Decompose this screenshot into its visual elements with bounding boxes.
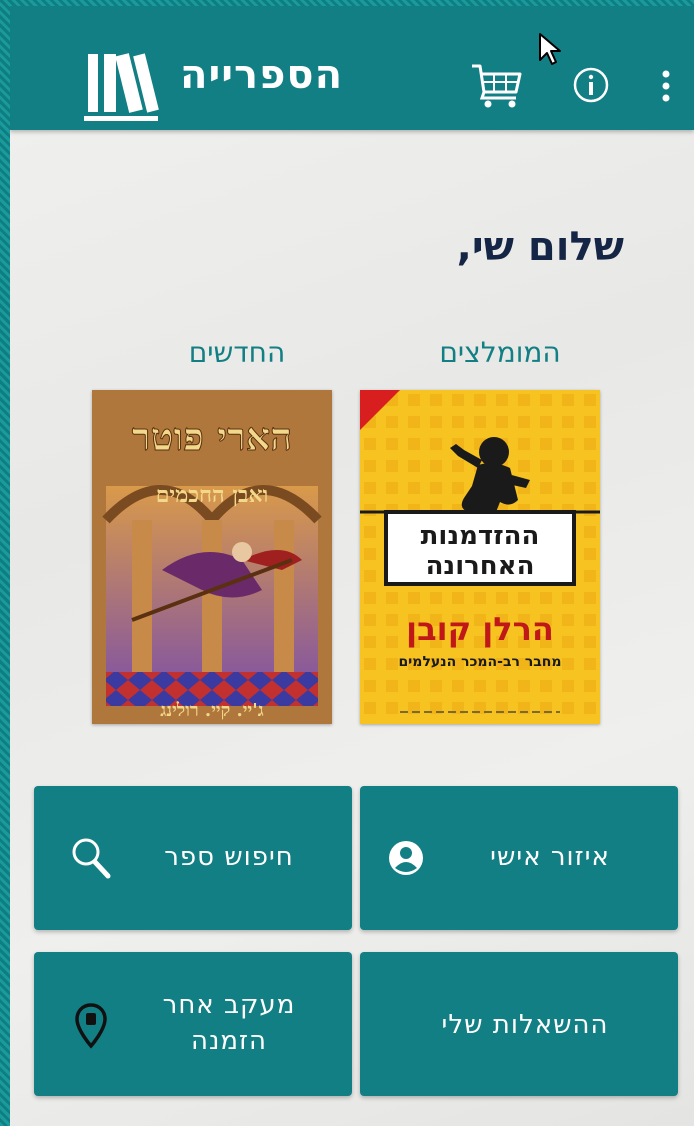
book-subtitle: ואבן החכמים (156, 482, 269, 508)
book-cover-art: ההזדמנות האחרונה הרלן קובן מחבר רב-המכר … (360, 390, 600, 724)
search-book-button[interactable]: חיפוש ספר (34, 786, 352, 930)
book-title-line2: האחרונה (426, 551, 535, 581)
more-options-icon[interactable] (656, 66, 676, 106)
app-title: הספרייה (180, 52, 344, 98)
mouse-pointer-icon (539, 33, 561, 65)
book-cover-new[interactable]: הארי פוטר ואבן החכמים ג'יי. קיי. רולינג (92, 390, 332, 724)
greeting-text: שלום שי, (456, 224, 624, 270)
library-logo-icon (84, 53, 159, 121)
app-bar: הספרייה (10, 6, 694, 130)
order-tracking-label-line2: הזמנה (190, 1026, 268, 1056)
book-cover-recommended[interactable]: ההזדמנות האחרונה הרלן קובן מחבר רב-המכר … (360, 390, 600, 724)
order-tracking-button[interactable]: מעקב אחר הזמנה (34, 952, 352, 1096)
book-author: הרלן קובן (406, 610, 554, 648)
personal-area-label: איזור אישי (490, 842, 610, 872)
book-author: ג'יי. קיי. רולינג (160, 700, 263, 721)
info-icon[interactable] (572, 66, 610, 104)
my-loans-button[interactable]: ההשאלות שלי (360, 952, 678, 1096)
order-tracking-label-line1: מעקב אחר (162, 990, 296, 1020)
book-cover-art: הארי פוטר ואבן החכמים ג'יי. קיי. רולינג (92, 390, 332, 724)
book-tagline: מחבר רב-המכר הנעלמים (398, 654, 561, 670)
book-title: הארי פוטר (132, 414, 292, 459)
recommended-section-title: המומלצים (439, 336, 561, 369)
my-loans-label: ההשאלות שלי (441, 1010, 609, 1040)
book-title-line1: ההזדמנות (421, 521, 540, 551)
search-book-label: חיפוש ספר (164, 842, 294, 872)
personal-area-button[interactable]: איזור אישי (360, 786, 678, 930)
location-pin-icon (75, 1003, 107, 1049)
shopping-cart-icon[interactable] (470, 62, 524, 110)
account-circle-icon (389, 841, 423, 875)
search-icon (72, 838, 111, 879)
app-screen: הספרייה שלום שי, המומלצים החדשים ההזדמנו… (10, 6, 694, 1126)
new-section-title: החדשים (188, 336, 286, 369)
